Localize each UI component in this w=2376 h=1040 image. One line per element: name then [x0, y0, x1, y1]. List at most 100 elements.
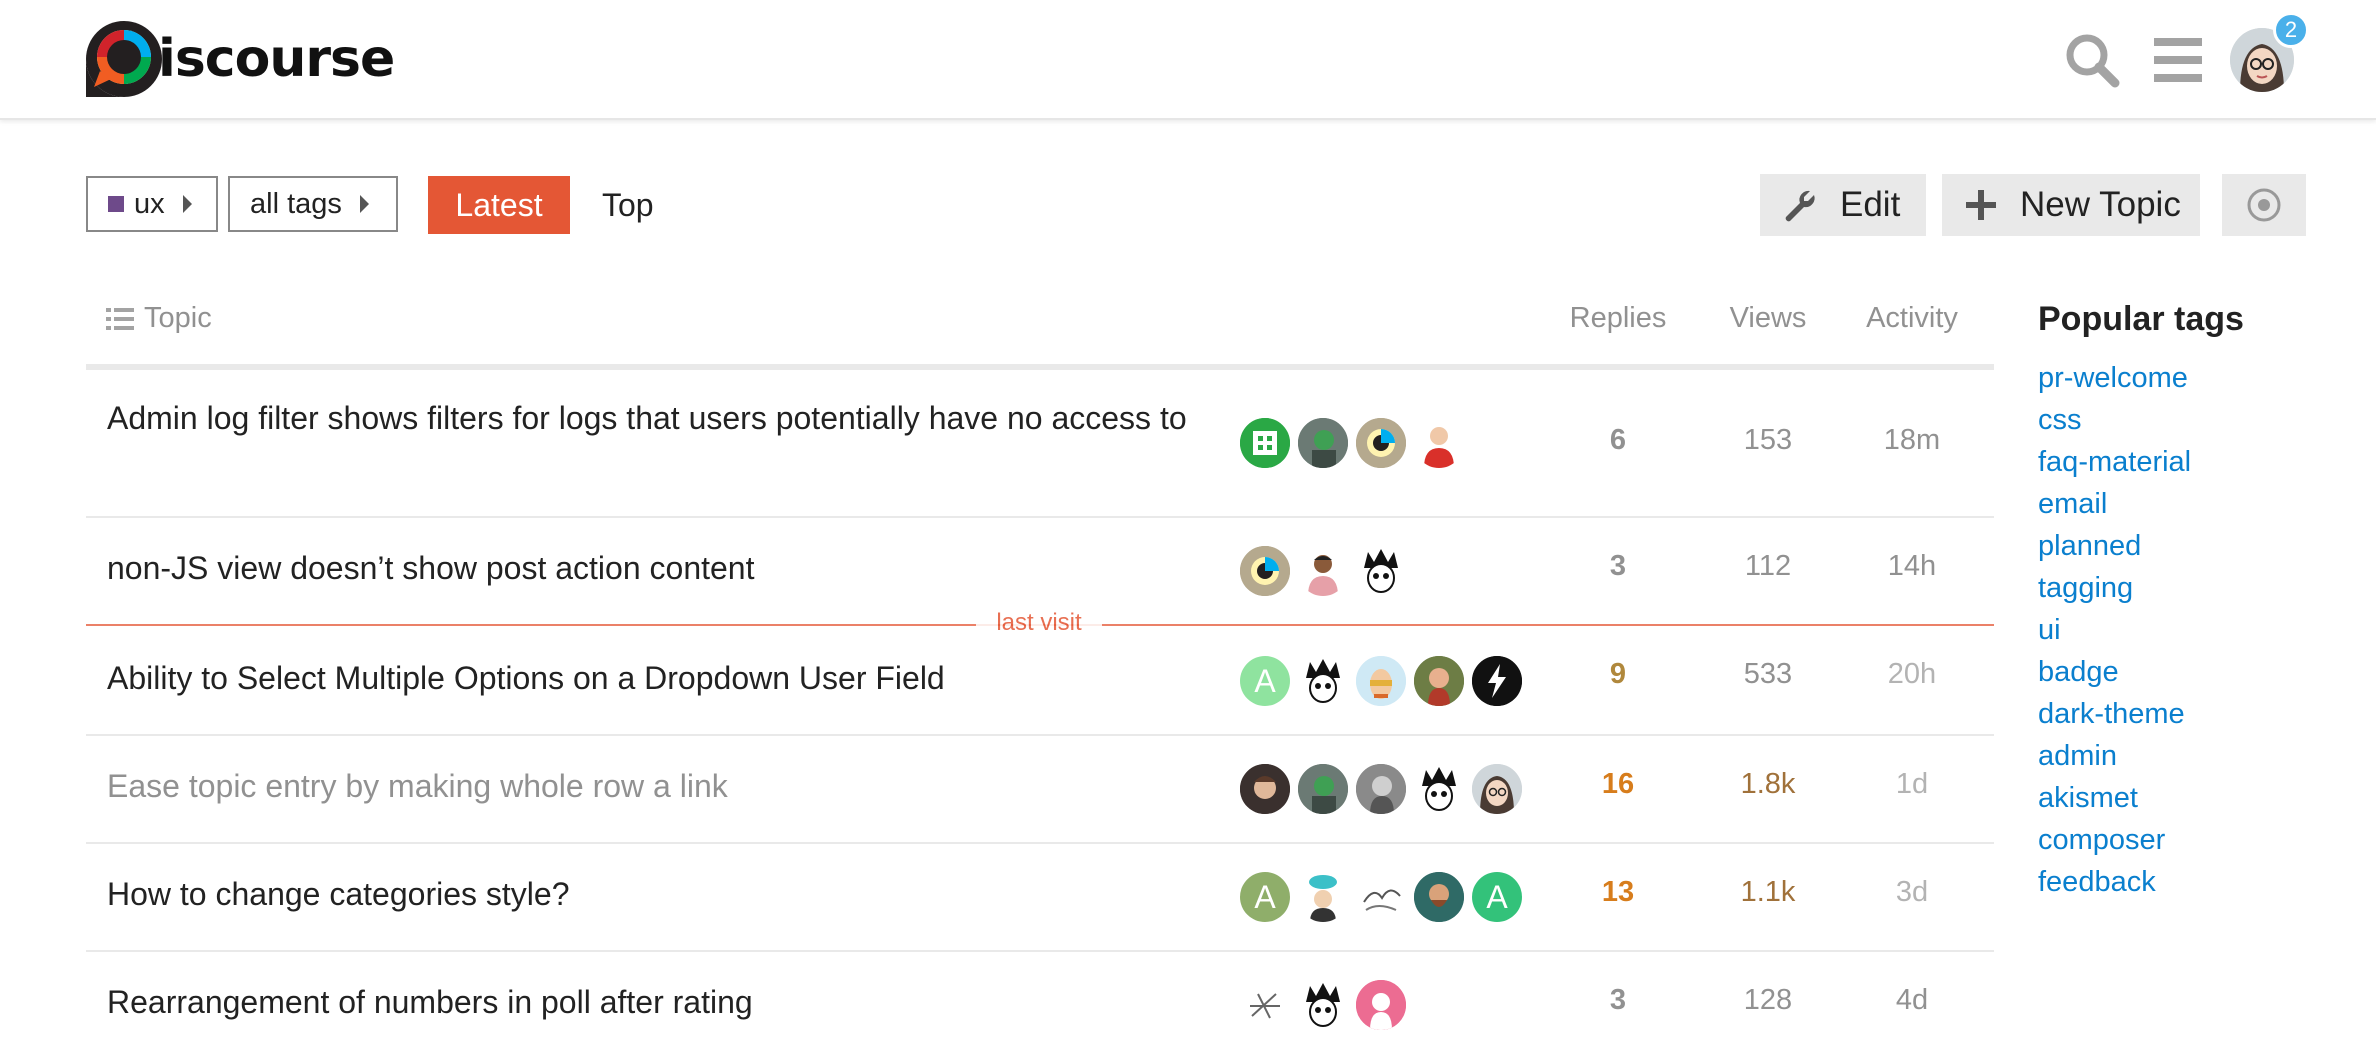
views-count: 1.1k — [1740, 876, 1796, 908]
hamburger-menu-icon[interactable] — [2148, 30, 2208, 90]
notification-level-button[interactable] — [2222, 174, 2306, 236]
tag-link[interactable]: ui — [2038, 614, 2061, 647]
topic-title-link[interactable]: Ability to Select Multiple Options on a … — [107, 654, 1227, 702]
topic-posters: A — [1240, 656, 1530, 706]
poster-avatar[interactable] — [1356, 418, 1406, 468]
topic-posters — [1240, 980, 1414, 1030]
activity-time[interactable]: 4d — [1862, 984, 1962, 1017]
poster-avatar[interactable] — [1298, 764, 1348, 814]
topic-title-link[interactable]: Rearrangement of numbers in poll after r… — [107, 978, 1227, 1026]
activity-time[interactable]: 20h — [1862, 658, 1962, 691]
tag-link[interactable]: email — [2038, 488, 2107, 521]
activity-time[interactable]: 3d — [1862, 876, 1962, 909]
search-icon[interactable] — [2062, 30, 2122, 90]
topic-posters: A A — [1240, 872, 1530, 922]
caret-right-icon — [182, 195, 192, 213]
poster-avatar[interactable] — [1414, 656, 1464, 706]
tag-link[interactable]: akismet — [2038, 782, 2138, 815]
poster-avatar[interactable]: A — [1240, 872, 1290, 922]
column-header-topic-label: Topic — [144, 302, 212, 334]
tag-link[interactable]: planned — [2038, 530, 2141, 563]
tag-link[interactable]: pr-welcome — [2038, 362, 2188, 395]
tag-link[interactable]: composer — [2038, 824, 2165, 857]
views-count: 128 — [1743, 984, 1793, 1016]
site-header: iscourse 2 — [0, 0, 2376, 120]
tag-link[interactable]: admin — [2038, 740, 2117, 773]
poster-avatar[interactable] — [1240, 546, 1290, 596]
tag-link[interactable]: badge — [2038, 656, 2119, 689]
poster-avatar[interactable] — [1356, 546, 1406, 596]
views-count: 1.8k — [1740, 768, 1796, 800]
poster-avatar[interactable] — [1472, 764, 1522, 814]
poster-avatar[interactable] — [1298, 546, 1348, 596]
caret-right-icon — [359, 195, 369, 213]
poster-avatar[interactable] — [1240, 418, 1290, 468]
replies-count: 16 — [1601, 768, 1635, 800]
replies-count: 6 — [1609, 424, 1627, 456]
poster-avatar[interactable]: A — [1472, 872, 1522, 922]
topic-row[interactable]: Ability to Select Multiple Options on a … — [86, 626, 1994, 736]
column-header-activity[interactable]: Activity — [1862, 302, 1962, 335]
poster-avatar[interactable] — [1240, 764, 1290, 814]
poster-avatar[interactable]: A — [1240, 656, 1290, 706]
views-count: 533 — [1743, 658, 1793, 690]
replies-count: 3 — [1609, 550, 1627, 582]
tab-latest[interactable]: Latest — [428, 176, 570, 234]
poster-avatar[interactable] — [1298, 418, 1348, 468]
views-count: 112 — [1744, 550, 1792, 582]
poster-avatar[interactable] — [1356, 764, 1406, 814]
tag-link[interactable]: faq-material — [2038, 446, 2191, 479]
poster-avatar[interactable] — [1298, 656, 1348, 706]
poster-avatar[interactable] — [1298, 872, 1348, 922]
tab-top[interactable]: Top — [602, 176, 654, 234]
category-color-swatch — [108, 196, 124, 212]
new-topic-button-label: New Topic — [2020, 185, 2181, 224]
activity-time[interactable]: 1d — [1862, 768, 1962, 801]
column-header-replies[interactable]: Replies — [1568, 302, 1668, 335]
plus-icon — [1966, 190, 1996, 220]
tag-link[interactable]: feedback — [2038, 866, 2156, 899]
poster-avatar[interactable] — [1414, 418, 1464, 468]
poster-avatar[interactable] — [1356, 872, 1406, 922]
replies-count: 9 — [1609, 658, 1627, 690]
edit-button[interactable]: Edit — [1760, 174, 1926, 236]
topic-posters — [1240, 418, 1472, 468]
views-count: 153 — [1743, 424, 1793, 456]
topic-posters — [1240, 764, 1530, 814]
poster-avatar[interactable] — [1240, 980, 1290, 1030]
category-dropdown[interactable]: ux — [86, 176, 218, 232]
tag-link[interactable]: dark-theme — [2038, 698, 2185, 731]
new-topic-button[interactable]: New Topic — [1942, 174, 2200, 236]
edit-button-label: Edit — [1840, 185, 1901, 224]
poster-avatar[interactable] — [1472, 656, 1522, 706]
poster-avatar[interactable] — [1414, 764, 1464, 814]
list-icon — [106, 307, 134, 330]
topic-row[interactable]: Ease topic entry by making whole row a l… — [86, 736, 1994, 844]
activity-time[interactable]: 14h — [1862, 550, 1962, 583]
activity-time[interactable]: 18m — [1862, 424, 1962, 457]
popular-tags-heading: Popular tags — [2038, 300, 2244, 338]
notification-count-badge[interactable]: 2 — [2273, 12, 2309, 48]
topic-posters — [1240, 546, 1414, 596]
tag-link[interactable]: css — [2038, 404, 2082, 437]
circle-dot-icon — [2247, 188, 2281, 222]
topic-title-link[interactable]: non-JS view doesn’t show post action con… — [107, 544, 1227, 592]
topic-row[interactable]: Admin log filter shows filters for logs … — [86, 370, 1994, 518]
wrench-icon — [1785, 190, 1815, 222]
topic-title-link[interactable]: How to change categories style? — [107, 870, 1227, 918]
tag-link[interactable]: tagging — [2038, 572, 2133, 605]
topic-row[interactable]: Rearrangement of numbers in poll after r… — [86, 952, 1994, 1040]
topic-title-link[interactable]: Ease topic entry by making whole row a l… — [107, 762, 1227, 810]
tag-dropdown[interactable]: all tags — [228, 176, 398, 232]
topic-title-link[interactable]: Admin log filter shows filters for logs … — [107, 394, 1227, 442]
poster-avatar[interactable] — [1356, 980, 1406, 1030]
discourse-logo[interactable]: iscourse — [84, 20, 395, 98]
topic-row[interactable]: How to change categories style? A A 13 1… — [86, 844, 1994, 952]
column-header-views[interactable]: Views — [1718, 302, 1818, 335]
replies-count: 3 — [1609, 984, 1627, 1016]
poster-avatar[interactable] — [1414, 872, 1464, 922]
tag-dropdown-label: all tags — [250, 187, 342, 220]
poster-avatar[interactable] — [1298, 980, 1348, 1030]
replies-count: 13 — [1601, 876, 1635, 908]
poster-avatar[interactable] — [1356, 656, 1406, 706]
